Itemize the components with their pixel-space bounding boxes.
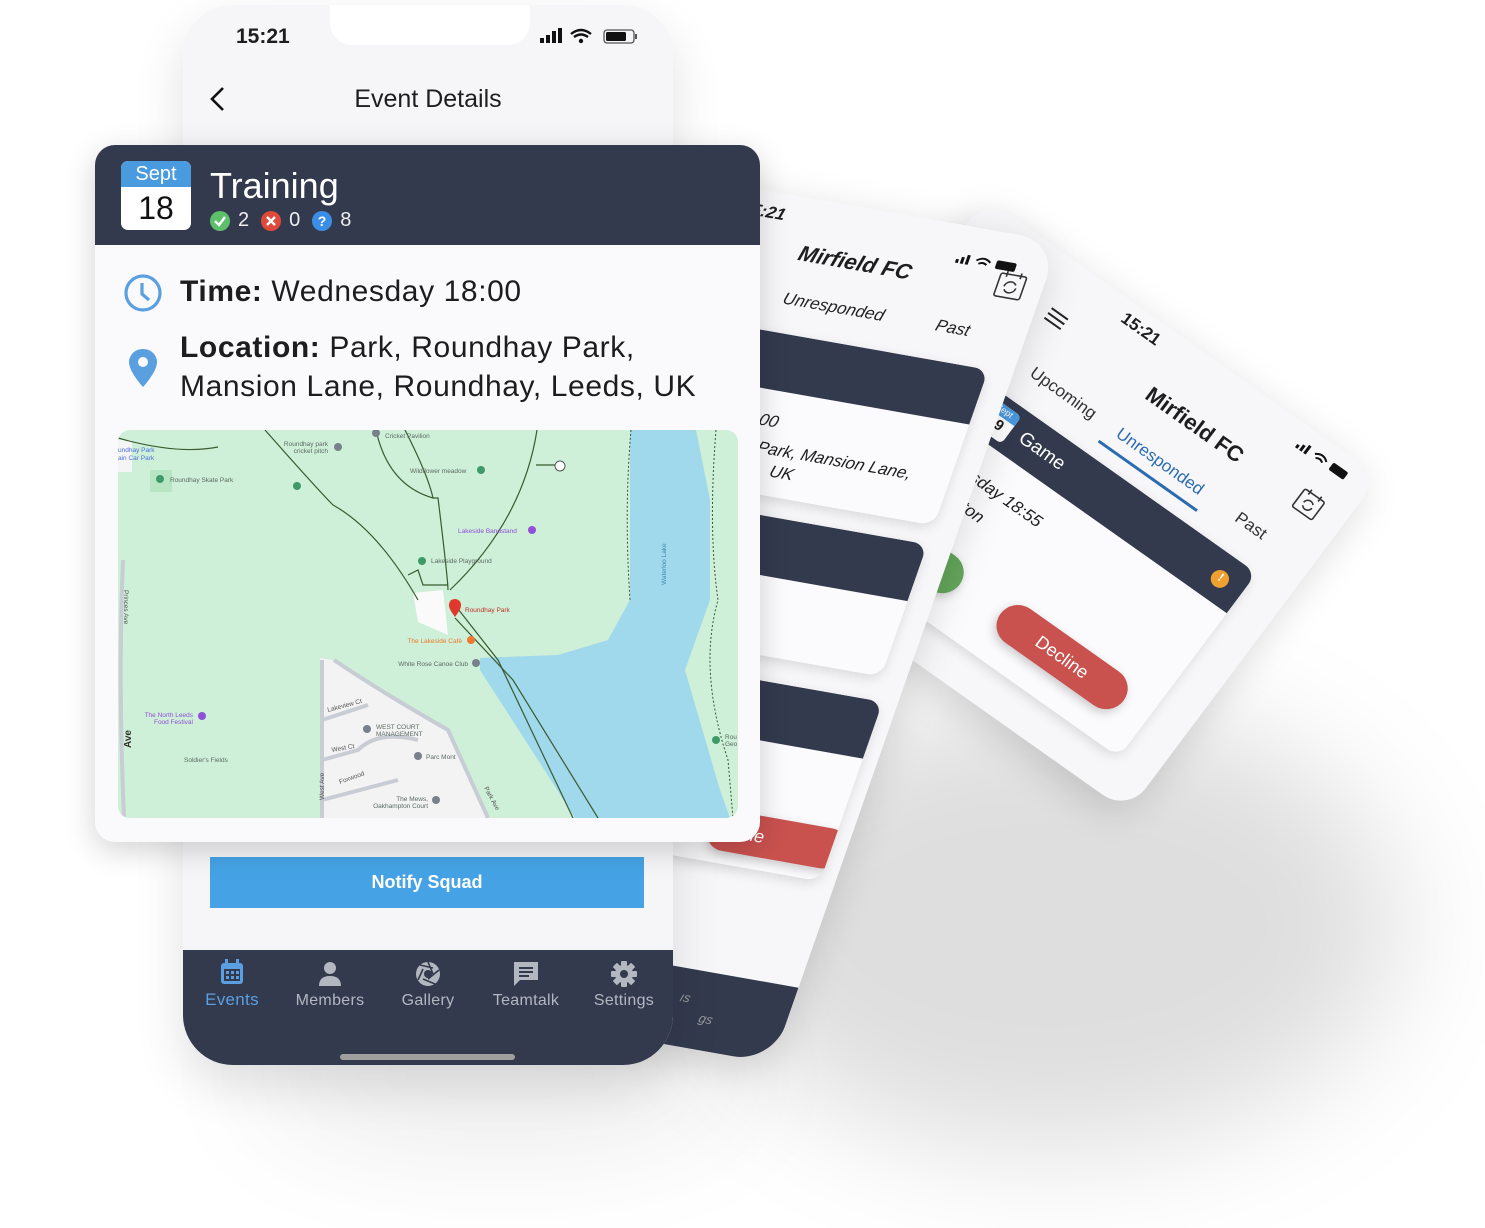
svg-text:?: ? xyxy=(318,213,327,229)
x-circle-icon xyxy=(261,210,282,231)
map-label-skate-park: Roundhay Skate Park xyxy=(170,477,234,484)
response-counts: 2 0 ? 8 xyxy=(210,209,351,232)
map-label-mews: Oakhampton Court xyxy=(373,803,428,810)
map-label-cafe: The Lakeside Café xyxy=(407,638,462,645)
home-indicator[interactable] xyxy=(340,1054,515,1060)
team-title: Mirfield FC xyxy=(795,240,916,285)
question-circle-icon: ? xyxy=(312,210,333,231)
map-label-princes-ave: Princes Ave xyxy=(122,590,129,625)
clock-icon xyxy=(124,274,162,312)
status-time: 15:21 xyxy=(1117,308,1165,350)
status-icons xyxy=(540,27,640,52)
menu-icon[interactable] xyxy=(1043,306,1069,331)
nav-label[interactable]: gs xyxy=(697,1011,715,1028)
location-pin-icon xyxy=(129,349,157,387)
tab-past[interactable]: Past xyxy=(933,316,973,341)
nav-teamtalk[interactable]: Teamtalk xyxy=(477,960,575,1010)
notch xyxy=(330,5,530,45)
map-label-waterloo-lake: Waterloo Lake xyxy=(661,543,668,585)
nav-label[interactable]: ıs xyxy=(678,989,693,1005)
status-time: 15:21 xyxy=(236,25,290,48)
chat-icon xyxy=(514,962,538,986)
aperture-icon xyxy=(416,961,440,986)
wifi-icon xyxy=(570,28,592,44)
bottom-nav: Events Members Gallery Teamtalk Settings xyxy=(183,950,673,1065)
map-label-cricket-pavilion: Cricket Pavilion xyxy=(385,433,430,440)
map-label-cricket-pitch: cricket pitch xyxy=(294,448,329,455)
event-location-2: UK xyxy=(766,462,797,485)
date-day: 18 xyxy=(138,190,174,226)
nav-label: Events xyxy=(205,990,259,1009)
map-label-bandstand: Lakeside Bandstand xyxy=(458,528,517,535)
date-badge: Sept 18 xyxy=(121,161,191,230)
nav-label: Settings xyxy=(593,992,655,1009)
tab-upcoming[interactable]: Upcoming xyxy=(1026,363,1100,423)
tab-unresponded[interactable]: Unresponded xyxy=(780,289,887,326)
map-label-west-court: MANAGEMENT xyxy=(376,731,423,738)
map-label-west-court: WEST COURT xyxy=(376,724,419,731)
signal-icon xyxy=(540,28,562,43)
map-label-canoe-club: White Rose Canoe Club xyxy=(398,661,468,668)
map-label-west-ave: West Ave xyxy=(319,772,326,800)
battery-icon xyxy=(603,29,637,44)
map-label-rou: Rou xyxy=(725,734,737,741)
map-label-cricket-pitch: Roundhay park xyxy=(284,441,329,448)
nav-gallery[interactable]: Gallery xyxy=(379,960,477,1010)
location-map[interactable]: undhay Park ain Car Park Roundhay Skate … xyxy=(118,430,738,818)
map-label-soldiers-fields: Soldier's Fields xyxy=(184,757,229,764)
nav-label: Teamtalk xyxy=(492,992,560,1009)
gear-icon xyxy=(611,961,637,987)
unresponded-count: 8 xyxy=(340,209,352,231)
event-location: Location: Park, Roundhay Park, Mansion La… xyxy=(180,331,697,403)
nav-members[interactable]: Members xyxy=(281,960,379,1010)
map-label-mews: The Mews, xyxy=(396,796,428,803)
nav-label: Gallery xyxy=(401,992,455,1009)
signal-icons xyxy=(1294,437,1352,481)
map-label-car-park: ain Car Park xyxy=(118,455,155,462)
check-circle-icon xyxy=(210,210,230,231)
nav-events[interactable]: Events xyxy=(183,958,281,1010)
tab-past[interactable]: Past xyxy=(1231,508,1270,544)
nav-settings[interactable]: Settings xyxy=(575,960,673,1010)
map-label-playground: Lakeside Playground xyxy=(431,558,492,565)
notify-squad-button[interactable]: Notify Squad xyxy=(210,857,644,908)
map-label-food-festival: The North Leeds xyxy=(145,712,194,719)
declined-count: 0 xyxy=(289,209,301,231)
map-label-ave: Ave xyxy=(123,730,134,748)
calendar-icon xyxy=(221,959,243,984)
accepted-count: 2 xyxy=(238,209,250,231)
nav-label: Members xyxy=(295,992,365,1009)
map-label-rou: Geo xyxy=(725,741,738,748)
date-month: Sept xyxy=(121,161,191,187)
page-title: Event Details xyxy=(354,85,502,113)
event-title: Training xyxy=(210,165,339,206)
person-icon xyxy=(319,962,341,986)
map-label-parc-mont: Parc Mont xyxy=(426,754,456,761)
decline-button[interactable]: Decline xyxy=(988,596,1137,718)
map-label-car-park: undhay Park xyxy=(118,447,155,454)
event-time: Time: Wednesday 18:00 xyxy=(180,275,522,308)
map-label-food-festival: Food Festival xyxy=(154,719,194,726)
event-detail-card: Sept 18 Training 2 0 ? 8 Time: Wednesday… xyxy=(95,145,760,842)
map-label-wildflower: Wildflower meadow xyxy=(410,468,467,475)
calendar-sync-icon[interactable] xyxy=(1285,483,1331,528)
event-header: Sept 18 Training 2 0 ? 8 xyxy=(95,145,760,245)
map-label-roundhay-park: Roundhay Park xyxy=(465,607,511,614)
